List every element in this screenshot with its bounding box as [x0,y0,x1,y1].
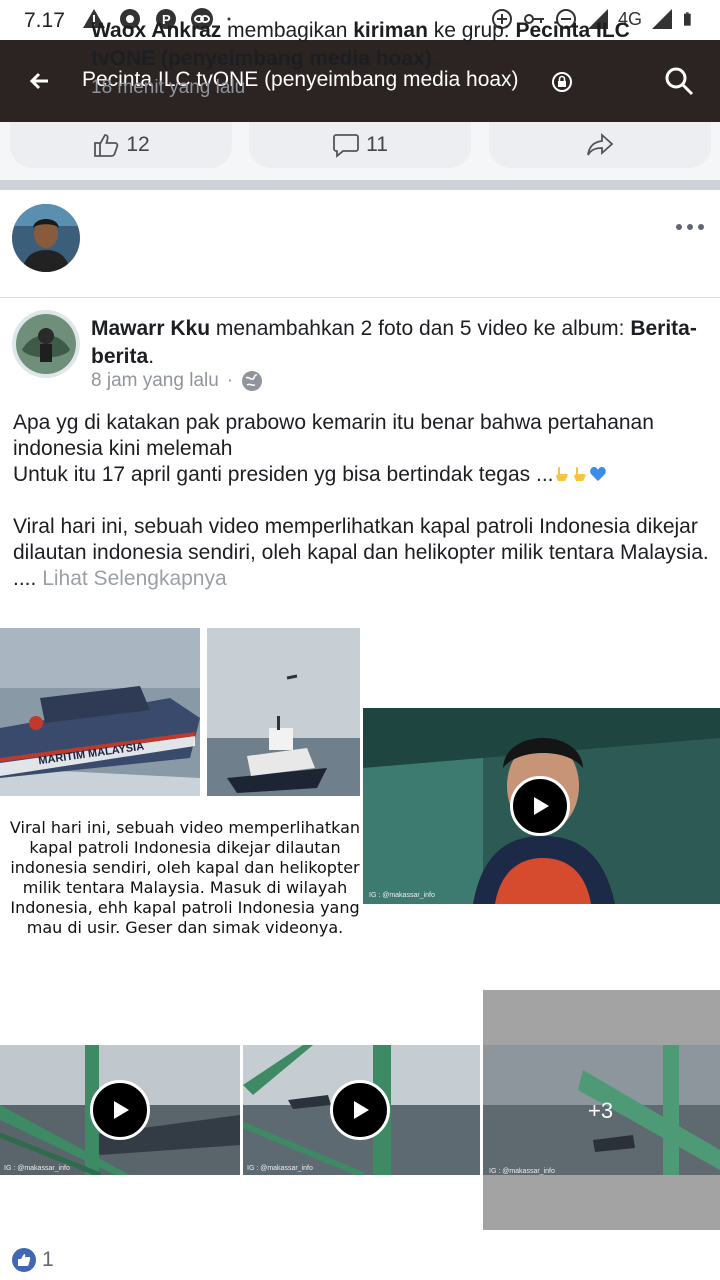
post-body: Apa yg di katakan pak prabowo kemarin it… [13,410,713,592]
profile-photo [12,310,80,378]
comment-count: 11 [366,133,388,156]
more-options-button[interactable] [676,212,710,242]
play-button[interactable] [90,1080,150,1140]
watermark: IG : @makassar_info [4,1165,70,1172]
post-time[interactable]: 18 menit yang lalu [91,77,245,98]
like-count: 12 [126,133,150,156]
more-media-count[interactable]: +3 [588,1098,613,1124]
back-arrow-icon[interactable] [24,66,54,96]
see-more-link[interactable]: Lihat Selengkapnya [42,567,226,590]
reaction-count: 1 [42,1248,54,1271]
comment-icon [333,134,359,158]
share-icon [587,132,614,156]
like-button[interactable]: 12 [10,122,232,168]
post-meta: 8 jam yang lalu · [91,370,263,392]
globe-icon [242,371,263,391]
photo-ship[interactable]: MARITIM MALAYSIA [0,628,200,796]
avatar[interactable] [12,204,80,272]
post-link[interactable]: kiriman [353,19,428,42]
avatar[interactable] [12,310,80,378]
meta-separator: · [226,370,234,391]
play-button[interactable] [330,1080,390,1140]
comment-button[interactable]: 11 [249,122,471,168]
battery-icon [684,12,691,26]
photo-patrol-boat[interactable] [207,628,360,796]
watermark: IG : @makassar_info [369,892,435,899]
blue-heart-icon [590,467,607,481]
watermark: IG : @makassar_info [489,1168,555,1175]
post-text-line: Apa yg di katakan pak prabowo kemarin it… [13,411,654,460]
share-button[interactable] [489,122,711,168]
ellipsis: .... [13,567,37,590]
author-name[interactable]: Waox Ankraz [91,19,221,42]
post-time[interactable]: 8 jam yang lalu [91,370,219,392]
play-icon [354,1101,369,1119]
profile-photo [12,204,80,272]
feed-divider [0,180,720,190]
share-post-header [0,190,720,298]
caption-text: Viral hari ini, sebuah video memperlihat… [9,818,361,937]
status-time: 7.17 [24,9,65,32]
album-post-text: Mawarr Kku menambahkan 2 foto dan 5 vide… [91,317,697,368]
post-text-paragraph: Viral hari ini, sebuah video memperlihat… [13,515,709,564]
post-text-line: Untuk itu 17 april ganti presiden yg bis… [13,462,713,488]
pointing-hand-icon [556,467,569,481]
watermark: IG : @makassar_info [247,1165,313,1172]
play-icon [534,797,549,815]
play-button[interactable] [510,776,570,836]
previous-post-actions: 12 11 [0,122,720,180]
like-reaction-icon [12,1248,36,1272]
play-icon [114,1101,129,1119]
pointing-hand-icon [574,467,587,481]
author-name[interactable]: Mawarr Kku [91,317,210,340]
reaction-summary[interactable]: 1 [12,1248,54,1272]
media-caption: Viral hari ini, sebuah video memperlihat… [0,818,370,978]
thumbs-up-icon [94,134,119,157]
share-post-text: Waox Ankraz membagikan kiriman ke grup: … [91,19,630,98]
